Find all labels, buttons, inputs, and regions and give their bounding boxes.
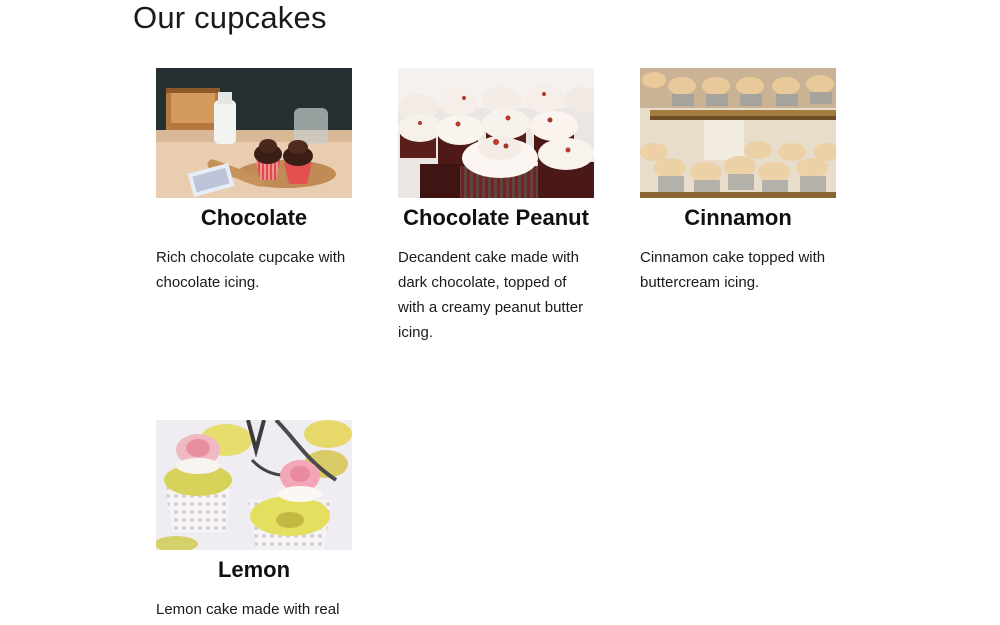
cupcake-title: Chocolate	[200, 205, 308, 230]
cupcake-card-chocolate-peanut: Chocolate Peanut Decandent cake made wit…	[398, 68, 594, 345]
cupcake-card-cinnamon: Cinnamon Cinnamon cake topped with butte…	[640, 68, 836, 295]
cupcake-image-lemon	[156, 420, 352, 550]
cupcake-description: Lemon cake made with real	[156, 601, 340, 618]
cupcake-image-chocolate-peanut	[398, 68, 594, 198]
cupcake-description: Decandent cake made with dark chocolate,…	[398, 249, 584, 341]
cupcake-title: Cinnamon	[684, 205, 792, 230]
cupcake-card-chocolate: Chocolate Rich chocolate cupcake with ch…	[156, 68, 352, 295]
cupcake-title: Chocolate Peanut	[403, 205, 589, 230]
cupcake-image-chocolate	[156, 68, 352, 198]
cupcake-description: Rich chocolate cupcake with chocolate ic…	[156, 249, 346, 291]
cupcake-description: Cinnamon cake topped with buttercream ic…	[640, 249, 826, 291]
page-title: Our cupcakes	[133, 0, 327, 35]
cupcake-card-lemon: Lemon Lemon cake made with real	[156, 420, 352, 622]
cupcake-image-cinnamon	[640, 68, 836, 198]
cupcake-title: Lemon	[217, 557, 291, 582]
